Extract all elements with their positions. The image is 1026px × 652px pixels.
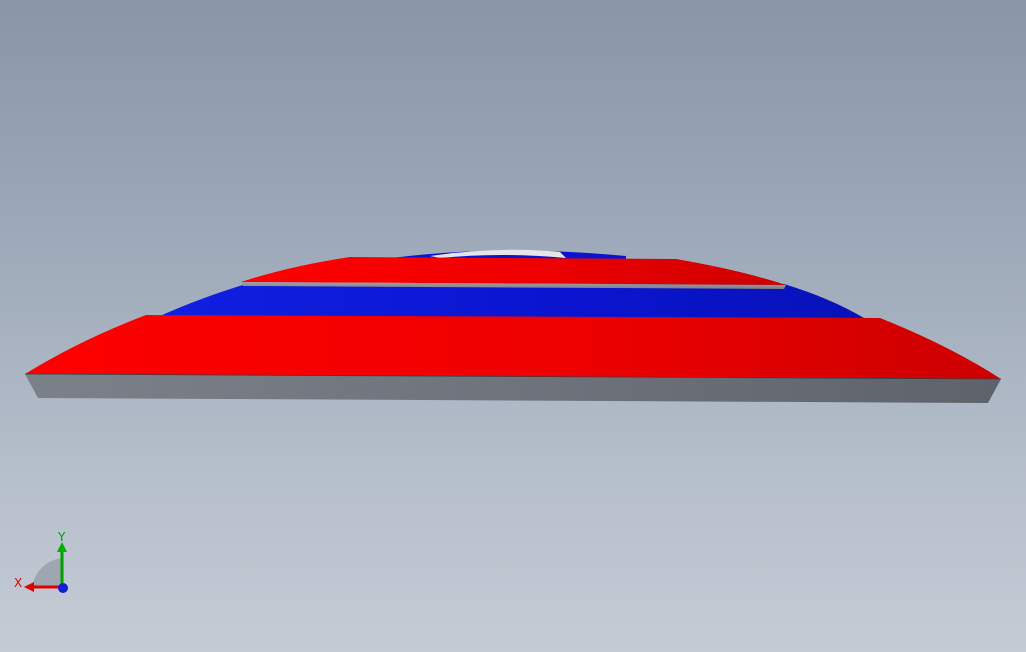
base-plate-layer[interactable] bbox=[24, 315, 1002, 403]
triad-x-label: X bbox=[14, 576, 22, 590]
triad-x-arrowhead bbox=[24, 582, 34, 592]
middle-band-layer[interactable] bbox=[160, 284, 864, 318]
base-plate-face bbox=[25, 315, 1001, 379]
triad-z-axis bbox=[58, 583, 68, 593]
3d-viewport[interactable] bbox=[0, 0, 1026, 652]
upper-band-face bbox=[241, 257, 786, 285]
orientation-triad: Y X bbox=[14, 530, 68, 593]
triad-plane-indicator bbox=[32, 558, 62, 586]
middle-band-face bbox=[160, 284, 864, 318]
triad-y-label: Y bbox=[57, 530, 66, 544]
upper-band-layer[interactable] bbox=[241, 257, 786, 289]
